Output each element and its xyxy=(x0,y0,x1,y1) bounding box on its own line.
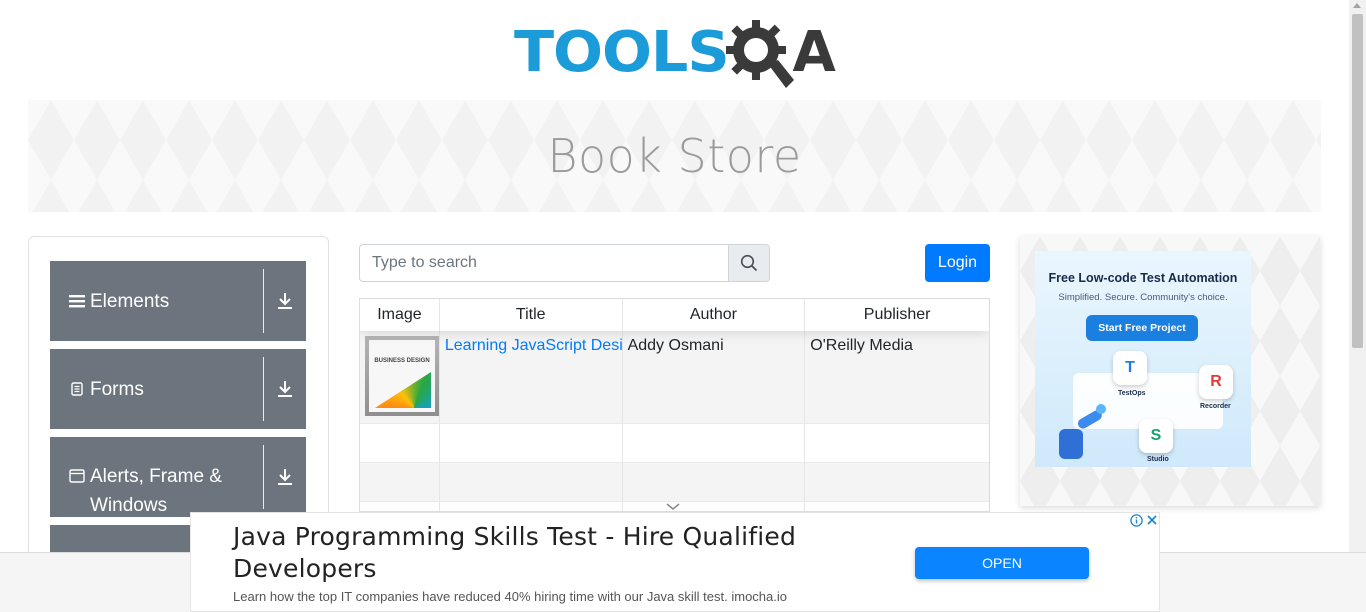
book-author-cell: Addy Osmani xyxy=(623,331,806,423)
column-header-title[interactable]: Title xyxy=(440,299,623,331)
sidebar-group-label: Forms xyxy=(90,378,144,400)
window-icon xyxy=(66,469,88,483)
book-cover-inner: BUSINESS DESIGN xyxy=(369,340,435,412)
logo-qa-mark: A xyxy=(724,16,836,90)
table-row-empty xyxy=(360,463,989,502)
info-icon[interactable] xyxy=(1129,513,1143,527)
empty-cell xyxy=(805,502,989,511)
empty-cell xyxy=(360,463,440,501)
empty-cell xyxy=(623,502,806,511)
download-arrow-icon[interactable] xyxy=(264,261,306,341)
recorder-icon: R xyxy=(1199,365,1233,399)
book-title-cell: Learning JavaScript Design Patterns xyxy=(440,331,623,423)
page-banner: Book Store xyxy=(28,100,1321,212)
login-button[interactable]: Login xyxy=(925,244,990,282)
book-cover-art xyxy=(375,372,431,408)
search-icon xyxy=(740,254,758,272)
document-icon xyxy=(66,382,88,396)
robot-arm-icon xyxy=(1059,404,1106,459)
close-icon[interactable] xyxy=(1145,513,1159,527)
download-arrow-icon[interactable] xyxy=(264,349,306,429)
book-cover-text: BUSINESS DESIGN xyxy=(374,358,430,364)
table-row-empty xyxy=(360,424,989,463)
search-box xyxy=(359,244,770,282)
empty-cell xyxy=(805,463,989,501)
side-advertisement[interactable]: Free Low-code Test Automation Simplified… xyxy=(1020,236,1320,506)
search-input[interactable] xyxy=(359,244,729,282)
search-button[interactable] xyxy=(729,244,770,282)
empty-cell xyxy=(360,424,440,462)
bottom-ad-title[interactable]: Java Programming Skills Test - Hire Qual… xyxy=(233,521,853,585)
scroll-up-arrow-icon[interactable] xyxy=(1353,3,1361,8)
ad-tile-label: TestOps xyxy=(1118,390,1146,397)
empty-cell xyxy=(440,463,623,501)
sidebar-group-header: Forms xyxy=(50,349,263,429)
toolsqa-logo[interactable]: TOOLS A xyxy=(514,14,838,92)
empty-cell xyxy=(805,424,989,462)
logo-a-letter: A xyxy=(792,20,836,85)
book-cover-image: BUSINESS DESIGN xyxy=(365,336,439,416)
ad-cta-button[interactable]: Start Free Project xyxy=(1086,315,1198,341)
page-scrollbar[interactable] xyxy=(1349,0,1366,552)
empty-cell xyxy=(623,463,806,501)
bottom-ad-open-button[interactable]: OPEN xyxy=(915,547,1089,579)
book-image-cell: BUSINESS DESIGN xyxy=(360,331,440,423)
testops-icon: T xyxy=(1113,351,1147,385)
ad-choices xyxy=(1127,513,1159,527)
empty-cell xyxy=(360,502,440,511)
studio-icon: S xyxy=(1139,419,1173,453)
table-row: BUSINESS DESIGN Learning JavaScript Desi… xyxy=(360,331,989,424)
page: TOOLS A Book Store Elements Forms Alerts… xyxy=(0,0,1366,612)
ad-headline: Free Low-code Test Automation xyxy=(1048,271,1238,285)
sidebar-group-label: Elements xyxy=(90,290,170,312)
hamburger-icon xyxy=(66,294,88,308)
gear-icon xyxy=(726,20,795,88)
sidebar-group-alerts[interactable]: Alerts, Frame & Windows xyxy=(50,437,306,517)
table-header: Image Title Author Publisher xyxy=(360,299,989,331)
column-header-author[interactable]: Author xyxy=(623,299,806,331)
logo-tools-text: TOOLS xyxy=(514,20,730,85)
bottom-ad-subtext[interactable]: Learn how the top IT companies have redu… xyxy=(233,589,787,604)
column-header-publisher[interactable]: Publisher xyxy=(805,299,989,331)
empty-cell xyxy=(440,502,623,511)
book-publisher-cell: O'Reilly Media xyxy=(810,337,913,354)
sidebar-group-elements[interactable]: Elements xyxy=(50,261,306,341)
empty-cell xyxy=(440,424,623,462)
sidebar-group-forms[interactable]: Forms xyxy=(50,349,306,429)
books-table: Image Title Author Publisher BUSINESS DE… xyxy=(359,298,990,512)
book-title-link[interactable]: Learning JavaScript Design Patterns xyxy=(445,337,622,354)
scrollbar-thumb[interactable] xyxy=(1352,14,1363,348)
sidebar-group-header: Alerts, Frame & Windows xyxy=(50,437,263,517)
empty-cell xyxy=(623,424,806,462)
ad-tile-label: Recorder xyxy=(1200,403,1231,410)
bottom-advertisement[interactable]: Java Programming Skills Test - Hire Qual… xyxy=(190,512,1160,612)
sidebar-group-header: Elements xyxy=(50,261,263,341)
ad-card[interactable]: Free Low-code Test Automation Simplified… xyxy=(1035,251,1251,467)
column-header-image[interactable]: Image xyxy=(360,299,440,331)
page-title: Book Store xyxy=(547,129,802,183)
ad-subtext: Simplified. Secure. Community's choice. xyxy=(1058,292,1228,303)
download-arrow-icon[interactable] xyxy=(264,437,306,517)
ad-tile-label: Studio xyxy=(1147,456,1169,463)
